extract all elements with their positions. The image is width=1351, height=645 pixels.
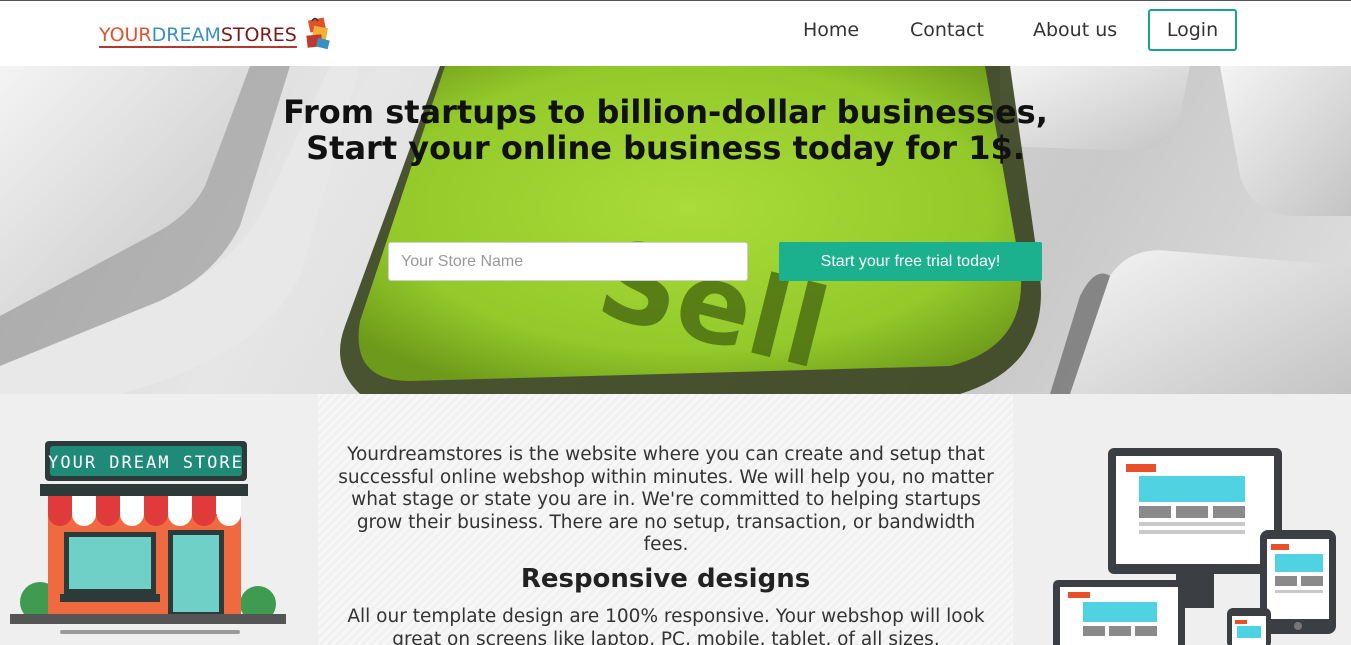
devices-illustration-panel (1013, 394, 1351, 645)
description-panel: Yourdreamstores is the website where you… (318, 394, 1013, 645)
store-name-input[interactable] (388, 242, 748, 281)
hero-section: Sell From startups to billion-dollar bus… (0, 66, 1351, 394)
nav-contact[interactable]: Contact (910, 19, 984, 41)
start-free-trial-button[interactable]: Start your free trial today! (779, 242, 1042, 281)
responsive-designs-text: All our template design are 100% respons… (347, 606, 985, 645)
shopping-bags-icon (306, 17, 330, 50)
site-logo[interactable]: YOURDREAMSTORES (99, 15, 333, 55)
logo-text: YOURDREAMSTORES (99, 24, 297, 48)
intro-paragraph: Yourdreamstores is the website where you… (338, 444, 994, 556)
content-section: YOUR DREAM STORE Yourdreamstores is the … (0, 394, 1351, 645)
store-front-illustration: YOUR DREAM STORE (10, 441, 286, 634)
store-sign-text: YOUR DREAM STORE (48, 453, 244, 473)
responsive-designs-heading: Responsive designs (520, 564, 811, 594)
login-button[interactable]: Login (1148, 9, 1237, 51)
nav-about-us[interactable]: About us (1033, 19, 1117, 41)
store-illustration-panel: YOUR DREAM STORE (0, 394, 318, 645)
hero-title: From startups to billion-dollar business… (283, 93, 1048, 167)
responsive-devices-illustration (1053, 448, 1336, 645)
nav-home[interactable]: Home (803, 19, 859, 41)
site-header: YOURDREAMSTORES Home Contact About us Lo… (0, 0, 1351, 66)
